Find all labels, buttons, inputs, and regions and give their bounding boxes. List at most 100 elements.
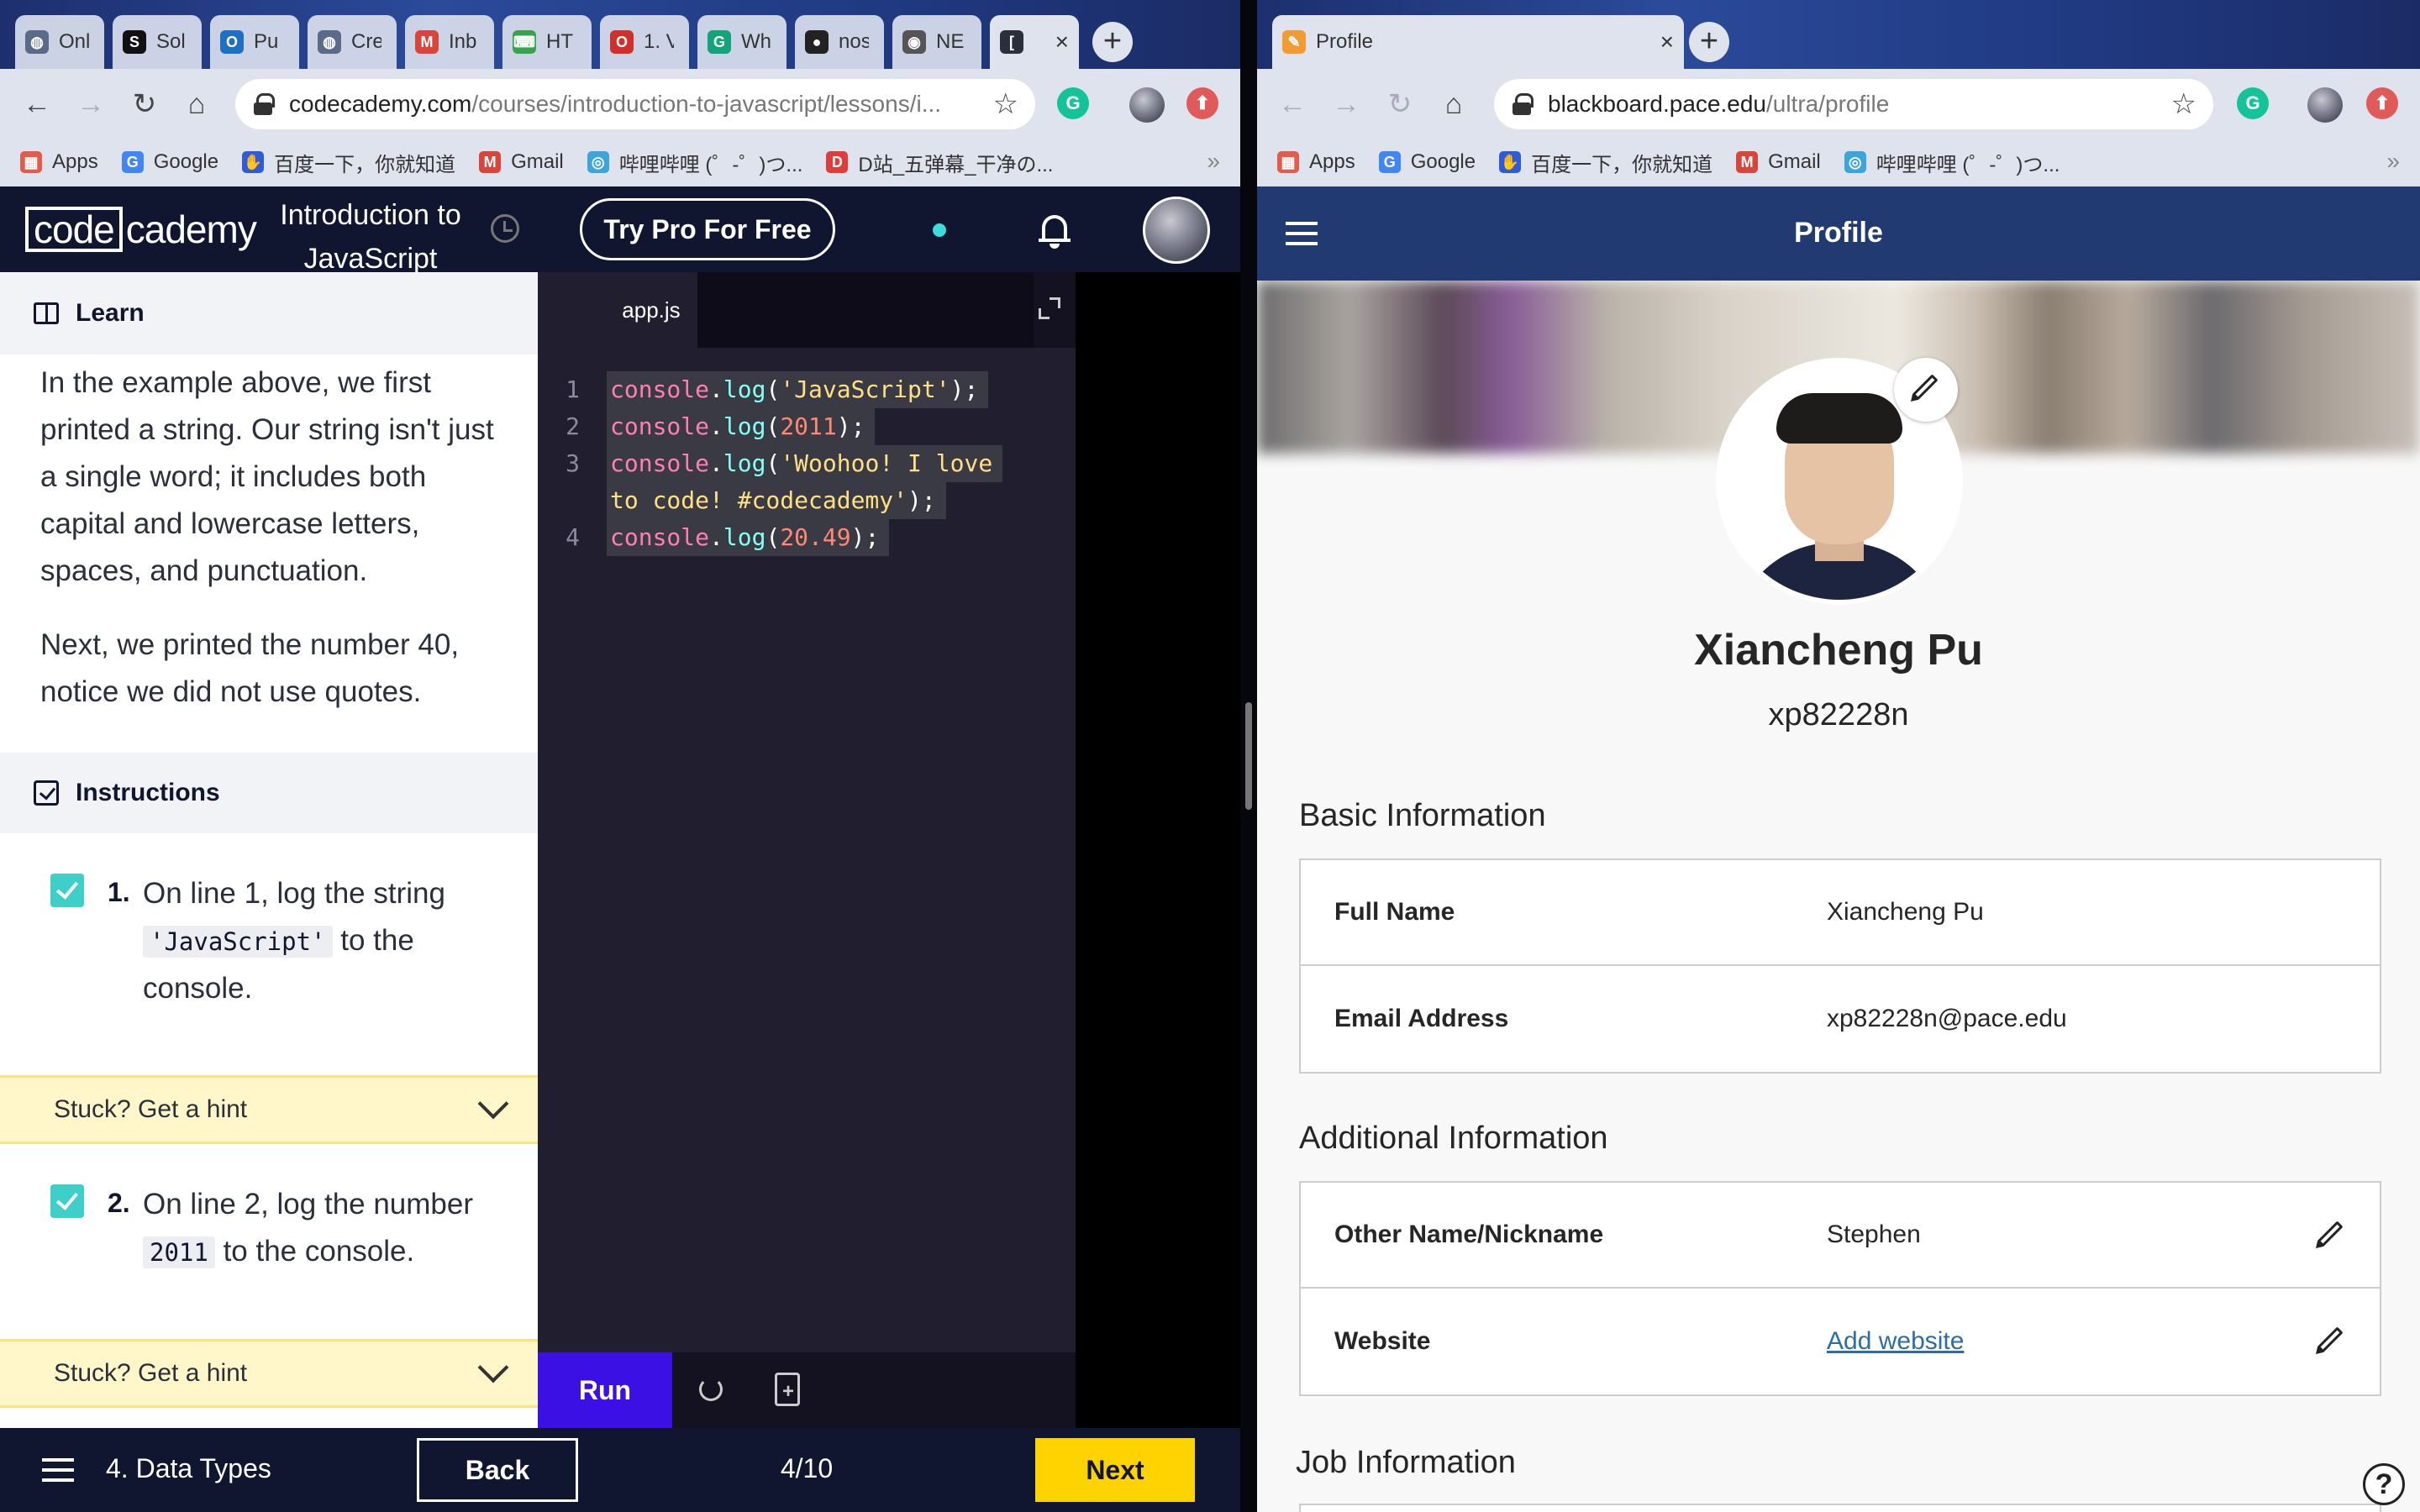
reset-icon[interactable] [699,1378,723,1401]
expand-icon[interactable] [1039,297,1060,319]
browser-tab[interactable]: S Sol [113,15,202,69]
bookmark-item[interactable]: G Google [121,150,219,174]
active-browser-tab[interactable]: [× [990,15,1079,69]
globe-icon: ◍ [318,30,341,54]
bookmark-label: Google [153,150,219,173]
upload-extension-icon[interactable]: ⬆ [1186,87,1218,119]
code-area[interactable]: 1 console.log('JavaScript'); 2 console.log(… [538,371,1076,556]
bookmarks-overflow[interactable]: » [1207,148,1220,175]
edit-photo-button[interactable] [1894,358,1958,422]
bookmark-item[interactable]: ✋ 百度一下，你就知道 [242,148,455,177]
copy-icon[interactable] [775,1373,800,1406]
edit-website-icon[interactable] [2317,1326,2344,1353]
editor-tab-app-js[interactable]: app.js [538,272,697,348]
reload-icon[interactable]: ↻ [1383,87,1417,121]
tab-title: Pu [254,30,279,53]
address-bar[interactable]: blackboard.pace.edu/ultra/profile ☆ [1494,79,2213,129]
bookmark-item[interactable]: ◎ 哔哩哔哩 (゜-゜)つ... [587,148,802,177]
task-text-pre: On line 2, log the number [143,1188,474,1221]
row-label: Full Name [1334,898,1455,926]
learn-paragraph-1: In the example above, we first printed a… [40,366,494,587]
additional-info-heading: Additional Information [1299,1121,1608,1156]
add-website-link[interactable]: Add website [1827,1327,1964,1356]
home-icon[interactable]: ⌂ [180,87,213,121]
close-tab-icon[interactable]: × [1055,29,1069,55]
task-checkbox[interactable] [50,1184,84,1218]
gmail-icon: M [479,151,502,173]
browser-tab[interactable]: ◍ Cre [308,15,397,69]
profile-avatar[interactable] [2307,87,2343,123]
bookmark-item[interactable]: ✋ 百度一下，你就知道 [1499,148,1712,177]
bookmarks-overflow[interactable]: » [2386,148,2400,175]
tab-profile[interactable]: ✎ Profile × [1272,15,1684,69]
browser-tab[interactable]: G Wh [697,15,786,69]
bookmark-item[interactable]: ▦ Apps [20,150,98,174]
user-avatar[interactable] [1143,197,1210,264]
grammarly-extension-icon[interactable]: G [2237,87,2269,119]
task-checkbox[interactable] [50,874,84,907]
learn-title: Learn [76,299,145,327]
codecademy-logo[interactable]: code cademy [25,207,257,252]
reload-icon[interactable]: ↻ [128,87,161,121]
browser-tab[interactable]: O 1. V [600,15,689,69]
bookmark-item[interactable]: ▦ Apps [1277,150,1355,174]
upload-extension-icon[interactable]: ⬆ [2366,87,2398,119]
task-code: 'JavaScript' [143,926,333,958]
new-tab-button[interactable]: + [1092,22,1133,62]
lock-icon [1512,93,1534,115]
forward-nav-icon[interactable]: → [1329,87,1363,121]
bookmark-star-icon[interactable]: ☆ [993,87,1018,121]
code-punct: . [709,523,723,551]
hint-label: Stuck? Get a hint [54,1359,248,1387]
code-argument: 20.49 [780,523,851,551]
help-icon[interactable]: ? [2363,1463,2405,1505]
run-button[interactable]: Run [538,1352,672,1428]
try-pro-button[interactable]: Try Pro For Free [580,198,835,260]
back-nav-icon[interactable]: ← [1276,87,1309,121]
forward-nav-icon[interactable]: → [74,87,108,121]
github-icon: ● [805,30,829,54]
close-tab-icon[interactable]: × [1660,29,1674,55]
row-value: Stephen [1827,1221,1921,1248]
bookmark-item[interactable]: ◎ 哔哩哔哩 (゜-゜)つ... [1844,148,2060,177]
lesson-name[interactable]: 4. Data Types [106,1453,271,1484]
home-icon[interactable]: ⌂ [1437,87,1470,121]
bookmark-item[interactable]: M Gmail [1736,150,1821,174]
back-nav-icon[interactable]: ← [20,87,54,121]
menu-icon[interactable] [42,1458,74,1482]
browser-toolbar: ← → ↻ ⌂ codecademy.com/courses/introduct… [0,69,1240,138]
info-row: Email Address xp82228n@pace.edu [1301,966,2380,1072]
tab-title: Sol [156,30,186,53]
browser-tab[interactable]: ● nos [795,15,884,69]
bookmark-item[interactable]: G Google [1378,150,1476,174]
browser-tab[interactable]: ⌨ HT [502,15,592,69]
hint-toggle[interactable]: Stuck? Get a hint [0,1339,538,1408]
profile-avatar[interactable] [1129,87,1165,123]
course-title[interactable]: Introduction to JavaScript [257,193,484,281]
blackboard-header: Profile [1257,186,2420,281]
browser-tab[interactable]: M Inb [405,15,494,69]
job-info-card [1299,1504,2381,1512]
next-button[interactable]: Next [1035,1438,1195,1502]
browser-tab[interactable]: ◍ Onl [15,15,104,69]
hint-toggle[interactable]: Stuck? Get a hint [0,1075,538,1144]
divider-grip[interactable] [1245,702,1252,810]
bookmark-star-icon[interactable]: ☆ [2171,87,2196,121]
baidu-icon: ✋ [1499,151,1522,173]
code-argument: 2011 [780,412,837,440]
back-button[interactable]: Back [417,1438,578,1502]
bell-icon[interactable] [1039,212,1071,249]
grammarly-extension-icon[interactable]: G [1057,87,1089,119]
blackboard-window: ✎ Profile × + ← → ↻ ⌂ blackboard.pace.ed… [1257,0,2420,1512]
learn-panel: Learn In the example above, we first pri… [0,272,538,1428]
bookmark-item[interactable]: D D站_五弹幕_干净の... [826,148,1053,177]
edit-nickname-icon[interactable] [2317,1221,2344,1247]
lesson-footer: 4. Data Types Back 4/10 Next [0,1428,1240,1512]
task-number: 2. [108,1188,130,1218]
window-divider[interactable] [1240,0,1257,1512]
address-bar[interactable]: codecademy.com/courses/introduction-to-j… [235,79,1035,129]
browser-tab[interactable]: O Pu [210,15,299,69]
browser-tab[interactable]: ◉ NE [892,15,981,69]
bookmark-item[interactable]: M Gmail [479,150,564,174]
new-tab-button[interactable]: + [1689,22,1729,62]
